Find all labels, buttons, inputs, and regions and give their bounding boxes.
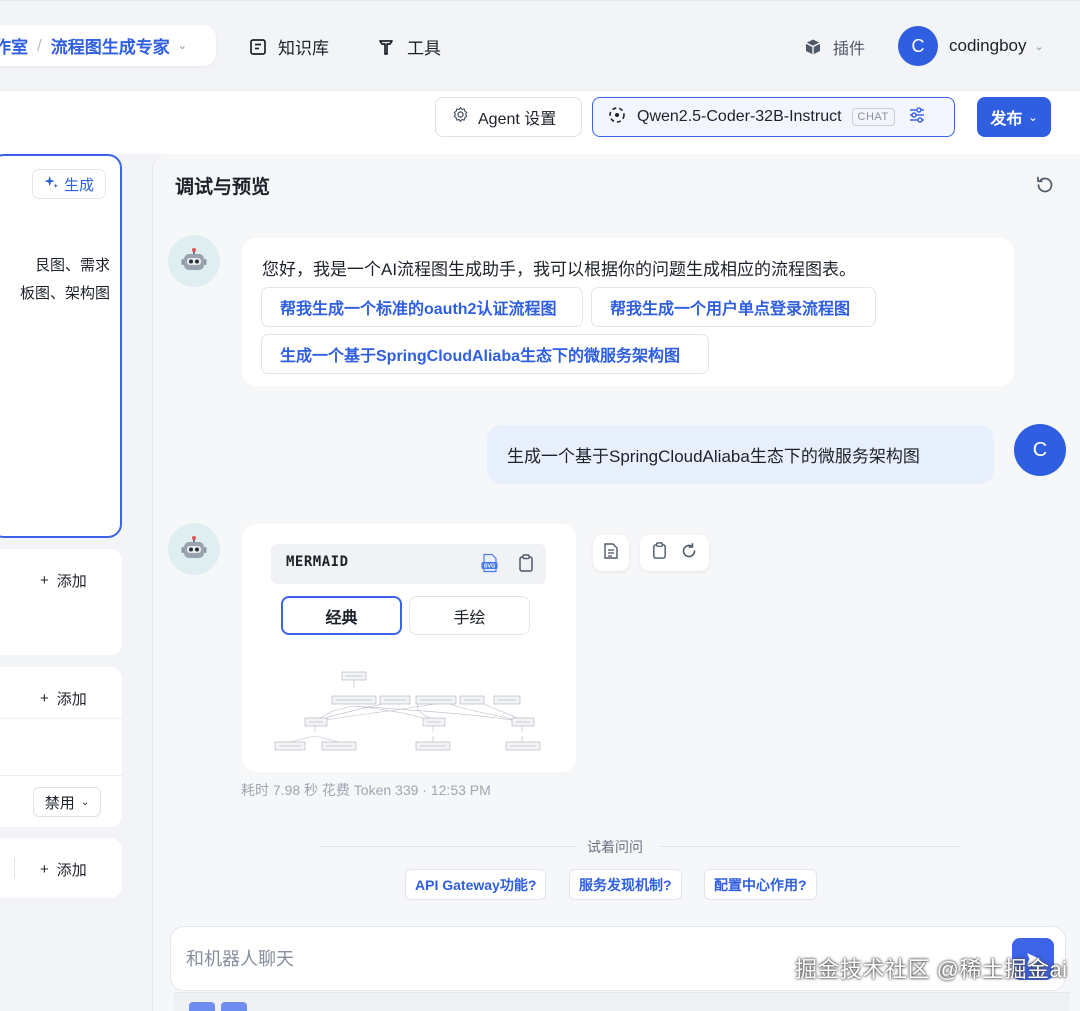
bot-avatar [168, 235, 220, 287]
suggested-prompt[interactable]: 帮我生成一个标准的oauth2认证流程图 [261, 287, 583, 327]
sparkle-icon [44, 175, 59, 194]
breadcrumb[interactable]: 作室 / 流程图生成专家 ⌄ [0, 25, 216, 66]
page-title: 调试与预览 [175, 177, 271, 198]
plus-icon: + [40, 690, 49, 707]
welcome-message: 您好，我是一个AI流程图生成助手，我可以根据你的问题生成相应的流程图表。 [262, 260, 857, 279]
model-icon [607, 105, 627, 130]
divider [14, 858, 15, 878]
hammer-icon [377, 37, 397, 57]
chevron-down-icon: ⌄ [1034, 40, 1044, 53]
document-icon[interactable] [602, 542, 620, 565]
breadcrumb-separator: / [37, 35, 42, 55]
divider [320, 846, 576, 847]
add-button[interactable]: + 添加 [40, 570, 87, 591]
suggested-prompt[interactable]: 生成一个基于SpringCloudAliaba生态下的微服务架构图 [261, 334, 709, 374]
try-asking-label: 试着问问 [587, 839, 643, 855]
divider [0, 718, 122, 719]
prompt-text[interactable]: 艮图、需求 板图、架构图 [0, 252, 110, 308]
breadcrumb-workspace[interactable]: 作室 [0, 33, 28, 58]
try-question[interactable]: 配置中心作用? [704, 869, 817, 900]
mode-classic-button[interactable]: 经典 [281, 596, 402, 635]
watermark: 掘金技术社区 @稀土掘金ai [795, 957, 1068, 982]
agent-settings-button[interactable]: Agent 设置 [435, 97, 582, 137]
divider [660, 846, 960, 847]
regenerate-icon[interactable] [680, 542, 698, 565]
publish-label: 发布 [990, 111, 1023, 128]
suggested-prompt[interactable]: 帮我生成一个用户单点登录流程图 [591, 287, 876, 327]
robot-icon [181, 248, 207, 270]
nav-plugins[interactable]: 插件 [803, 35, 865, 59]
cube-icon [803, 37, 823, 57]
chevron-down-icon: ⌄ [80, 796, 90, 808]
copy-icon[interactable] [651, 542, 668, 564]
svg-text:SVG: SVG [484, 564, 496, 570]
refresh-icon[interactable] [1034, 174, 1056, 196]
chat-input[interactable] [186, 945, 766, 973]
plus-icon: + [40, 861, 49, 878]
publish-button[interactable]: 发布 ⌄ [977, 97, 1051, 137]
nav-tools[interactable]: 工具 [377, 34, 441, 59]
footer-icon[interactable] [221, 1002, 247, 1011]
user-name: codingboy [949, 36, 1027, 55]
divider [0, 775, 122, 776]
mermaid-label: MERMAID [286, 554, 349, 570]
generate-button[interactable]: 生成 [32, 169, 106, 199]
user-avatar: C [1014, 424, 1066, 476]
status-select[interactable]: 禁用 ⌄ [33, 787, 101, 817]
clipboard-icon[interactable] [517, 554, 535, 572]
model-type-badge: CHAT [851, 108, 895, 126]
message-actions [640, 535, 709, 571]
sliders-icon[interactable] [907, 105, 927, 130]
nav-knowledge-base[interactable]: 知识库 [248, 34, 329, 59]
footer-icon[interactable] [189, 1002, 215, 1011]
generate-label: 生成 [63, 176, 94, 194]
message-meta: 耗时 7.98 秒 花费 Token 339 · 12:53 PM [241, 782, 491, 798]
breadcrumb-current-agent[interactable]: 流程图生成专家 [51, 33, 170, 58]
gear-icon [452, 106, 469, 128]
user-avatar[interactable]: C [898, 26, 938, 66]
mode-handdrawn-button[interactable]: 手绘 [409, 596, 530, 635]
status-select-value: 禁用 [44, 794, 75, 812]
model-selector[interactable]: Qwen2.5-Coder-32B-Instruct CHAT [592, 97, 955, 137]
nav-knowledge-base-label: 知识库 [278, 39, 329, 58]
robot-icon [181, 536, 207, 558]
composer-footer [174, 992, 1070, 1011]
add-button[interactable]: + 添加 [40, 688, 87, 709]
message-tools [593, 535, 629, 571]
model-name: Qwen2.5-Coder-32B-Instruct [637, 108, 842, 125]
svg-download-icon[interactable]: SVG [480, 553, 500, 573]
try-question[interactable]: API Gateway功能? [405, 869, 547, 900]
book-icon [248, 37, 268, 57]
user-message: 生成一个基于SpringCloudAliaba生态下的微服务架构图 [487, 425, 994, 484]
architecture-diagram-preview[interactable] [270, 660, 548, 756]
add-label: 添加 [56, 862, 87, 879]
bot-avatar [168, 523, 220, 575]
chevron-down-icon[interactable]: ⌄ [178, 39, 187, 52]
add-label: 添加 [56, 691, 87, 708]
plus-icon: + [40, 572, 49, 589]
chevron-down-icon: ⌄ [1028, 111, 1038, 124]
add-button[interactable]: + 添加 [40, 859, 87, 880]
try-question[interactable]: 服务发现机制? [569, 869, 682, 900]
nav-plugins-label: 插件 [833, 41, 866, 58]
config-section [0, 549, 122, 655]
add-label: 添加 [56, 573, 87, 590]
user-menu[interactable]: codingboy ⌄ [949, 36, 1044, 56]
nav-tools-label: 工具 [407, 39, 441, 58]
agent-settings-label: Agent 设置 [478, 111, 557, 128]
prompt-editor[interactable] [0, 154, 122, 538]
